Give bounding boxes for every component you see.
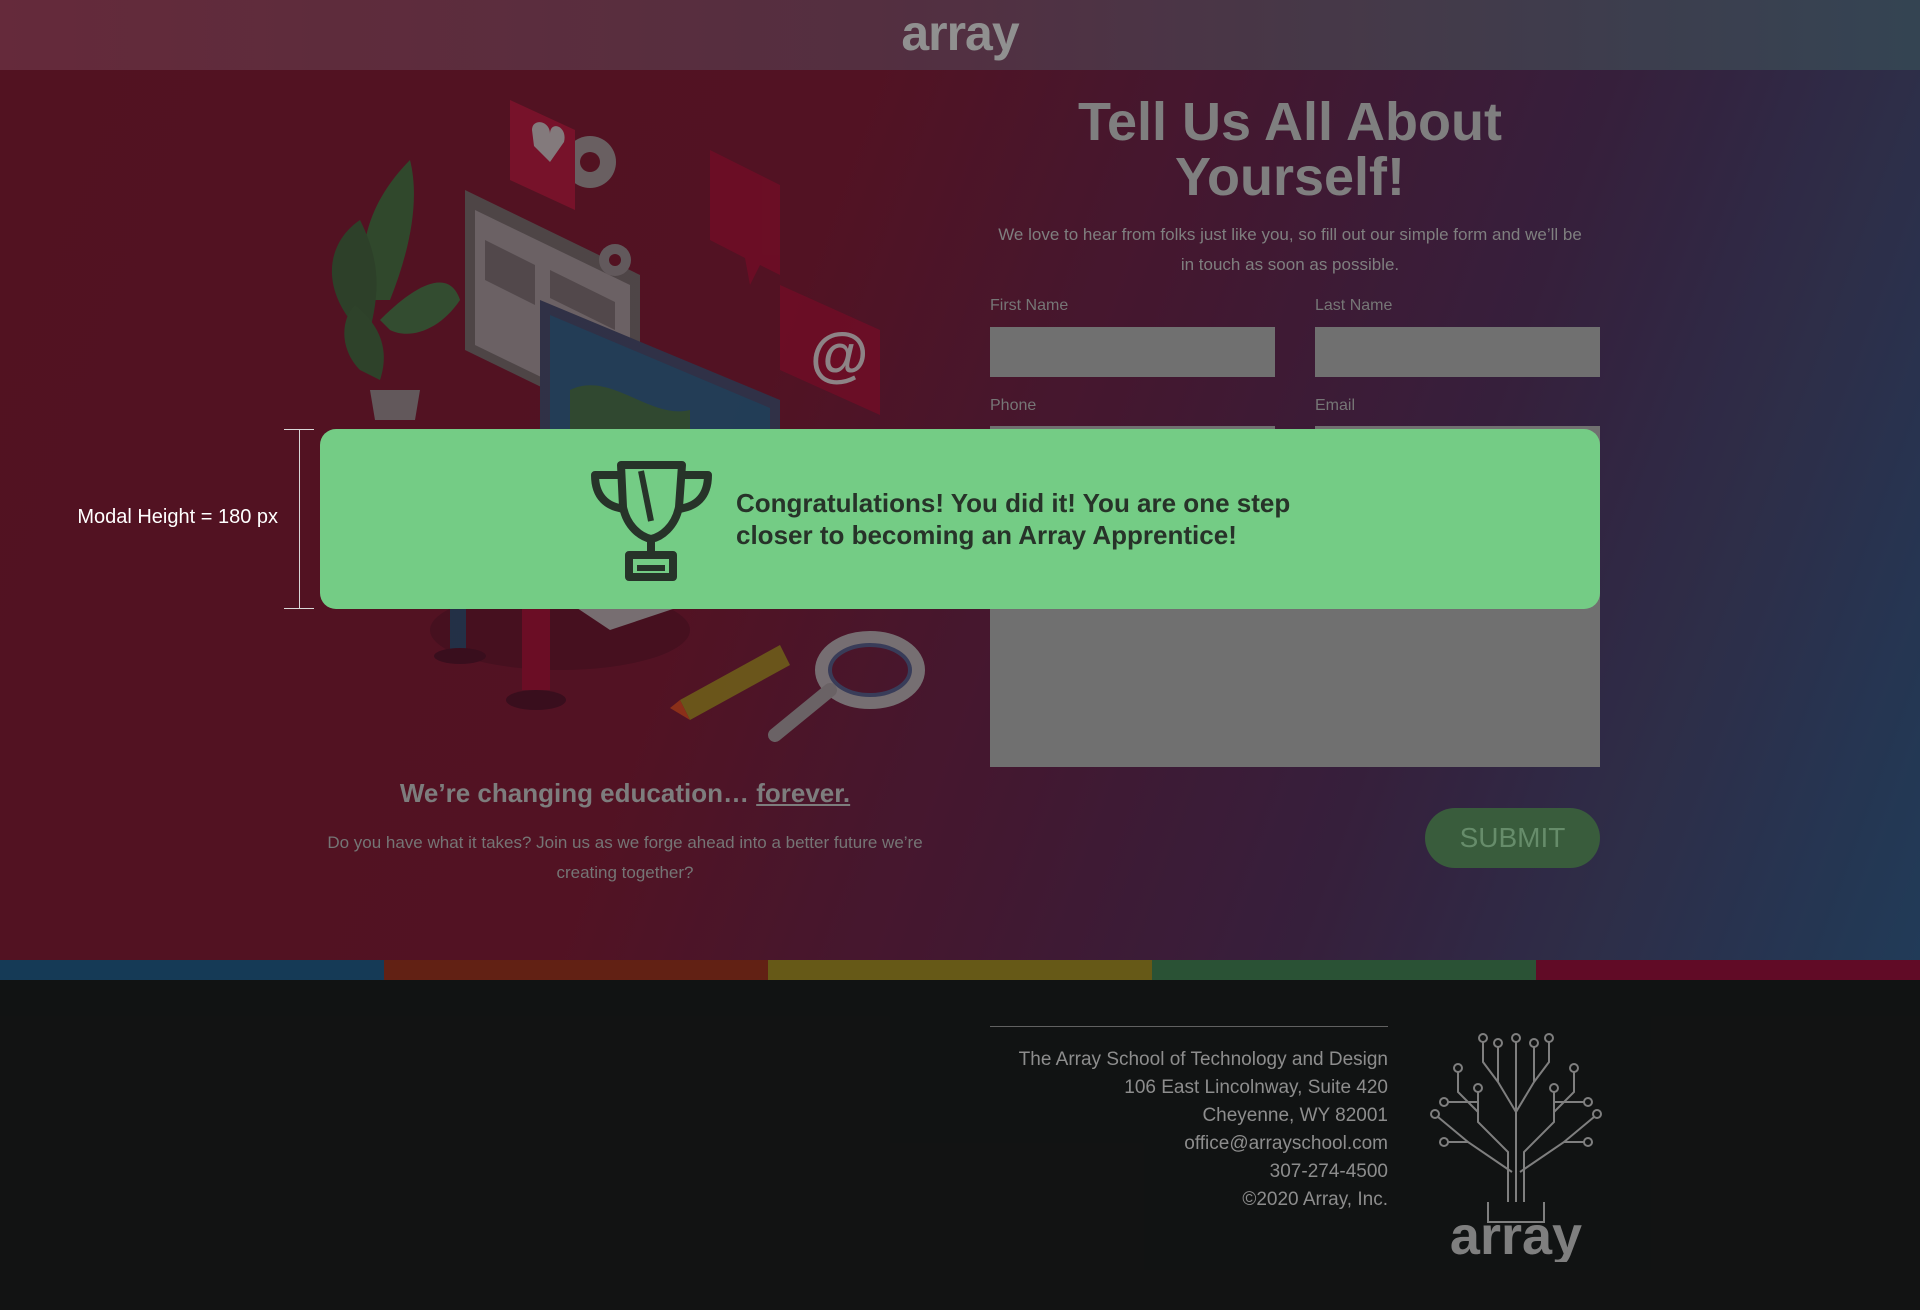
modal-message: Congratulations! You did it! You are one… [736,488,1291,550]
annotation-label: Modal Height = 180 px [77,506,278,528]
modal-backdrop[interactable] [0,0,1920,1310]
trophy-icon [591,460,712,581]
annotation-bottom-cap [284,608,314,609]
page-background: array @ We’re changing education… foreve… [0,0,1920,1310]
success-modal[interactable]: Congratulations! You did it! You are one… [320,429,1600,609]
annotation-line [299,429,300,609]
